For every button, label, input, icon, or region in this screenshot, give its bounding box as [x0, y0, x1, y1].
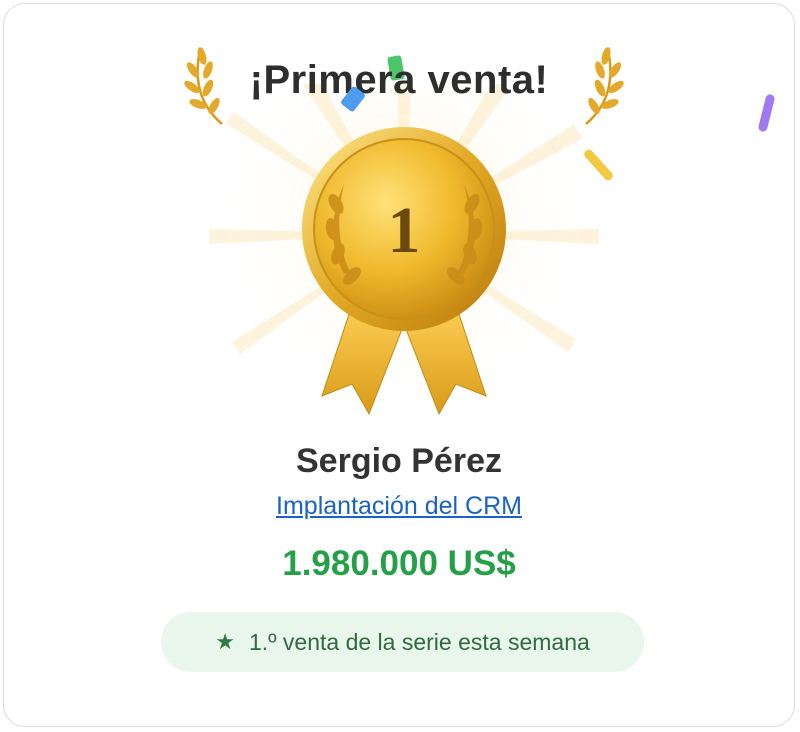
card-title: ¡Primera venta!: [249, 58, 549, 102]
medal-number: 1: [388, 194, 421, 267]
medal-illustration: 1: [209, 84, 599, 424]
star-icon: ★: [215, 629, 235, 654]
deal-amount: 1.980.000 US$: [282, 544, 516, 583]
rep-name: Sergio Pérez: [296, 442, 502, 480]
badge-text: 1.º venta de la serie esta semana: [248, 628, 590, 655]
deal-link[interactable]: Implantación del CRM: [4, 492, 794, 521]
first-sale-card: 1 ¡Primera venta! Sergio Pérez Implantac…: [3, 3, 795, 727]
achievement-badge: ★ 1.º venta de la serie esta semana: [161, 612, 644, 672]
